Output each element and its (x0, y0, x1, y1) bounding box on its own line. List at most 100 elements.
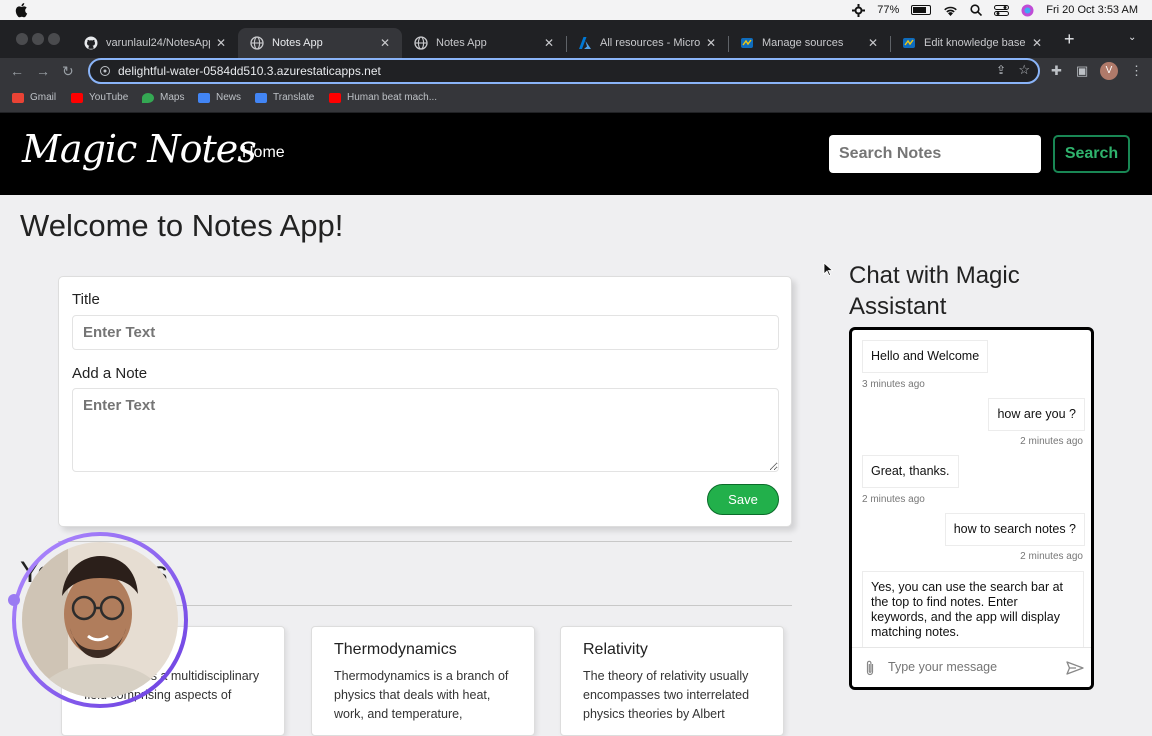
address-bar-url: delightful-water-0584dd510.3.azurestatic… (118, 64, 381, 78)
gear-status-icon[interactable] (852, 3, 866, 17)
bookmark-translate[interactable]: Translate (255, 92, 314, 103)
window-close-button[interactable] (16, 33, 28, 45)
bookmark-label: Maps (160, 92, 185, 103)
battery-percentage: 77% (877, 4, 900, 16)
macos-menubar: 77% Fri 20 Oct 3:53 AM (0, 0, 1152, 20)
siri-icon[interactable] (1021, 4, 1034, 17)
tab-label: All resources - Microsoft (600, 37, 700, 49)
bookmark-gmail[interactable]: Gmail (12, 92, 56, 103)
page-title: Welcome to Notes App! (20, 208, 344, 243)
chat-message-user: how are you ? (988, 398, 1085, 431)
browser-tab-manage-sources[interactable]: Manage sources ✕ (728, 28, 890, 58)
chat-window: Hello and Welcome 3 minutes ago how are … (849, 327, 1094, 690)
reload-icon[interactable]: ↻ (62, 63, 74, 79)
bookmark-label: Gmail (30, 92, 57, 103)
tab-close-icon[interactable]: ✕ (706, 36, 716, 50)
window-minimize-button[interactable] (32, 33, 44, 45)
bookmark-news[interactable]: News (198, 92, 241, 103)
forward-arrow-icon[interactable]: → (36, 63, 50, 79)
note-card-body: Thermodynamics is a branch of physics th… (334, 669, 509, 721)
control-center-icon[interactable] (994, 4, 1010, 16)
tab-close-icon[interactable]: ✕ (868, 36, 878, 50)
maps-pin-icon (142, 92, 154, 103)
extensions-puzzle-icon[interactable]: ✚ (1051, 63, 1062, 79)
chat-message-time: 2 minutes ago (862, 494, 925, 505)
profile-avatar[interactable]: V (1100, 62, 1118, 80)
bookmark-star-icon[interactable]: ☆ (1018, 62, 1030, 78)
window-zoom-button[interactable] (48, 33, 60, 45)
brand-logo[interactable]: Magic Notes (22, 127, 257, 171)
azure-ai-icon (741, 38, 753, 48)
search-notes-input[interactable] (829, 135, 1041, 173)
tab-label: varunlaul24/NotesAppB (106, 37, 210, 49)
translate-icon (255, 92, 267, 103)
tab-close-icon[interactable]: ✕ (544, 36, 554, 50)
side-panel-icon[interactable]: ▣ (1076, 63, 1088, 79)
browser-tab-notes-app[interactable]: Notes App ✕ (402, 28, 566, 58)
wifi-icon[interactable] (943, 5, 958, 16)
tab-label: Notes App (272, 37, 323, 49)
battery-icon[interactable] (911, 5, 932, 15)
back-arrow-icon[interactable]: ← (10, 63, 24, 79)
bookmarks-bar: Gmail YouTube Maps News Translate Human … (0, 84, 1152, 113)
new-tab-plus-icon[interactable]: + (1064, 29, 1075, 50)
chat-input-bar (852, 647, 1091, 687)
app-navbar: Magic Notes Home Search (0, 113, 1152, 195)
note-card-title: Thermodynamics (334, 641, 457, 658)
nav-link-home[interactable]: Home (242, 144, 285, 162)
bookmark-youtube[interactable]: YouTube (71, 92, 128, 103)
note-card-title: Relativity (583, 641, 648, 658)
menubar-clock[interactable]: Fri 20 Oct 3:53 AM (1046, 4, 1138, 16)
browser-menu-icon[interactable]: ⋮ (1130, 63, 1143, 79)
bookmark-label: News (216, 92, 242, 103)
chat-message-time: 3 minutes ago (862, 379, 925, 390)
bookmark-maps[interactable]: Maps (142, 92, 184, 103)
tab-close-icon[interactable]: ✕ (216, 36, 226, 50)
tab-close-icon[interactable]: ✕ (380, 36, 390, 50)
chat-message-time: 2 minutes ago (1020, 436, 1083, 447)
bookmark-label: Translate (273, 92, 315, 103)
site-info-icon[interactable] (100, 66, 110, 76)
spotlight-search-icon[interactable] (970, 4, 983, 16)
gmail-icon (12, 92, 24, 103)
tab-close-icon[interactable]: ✕ (1032, 36, 1042, 50)
note-body-textarea[interactable] (72, 388, 779, 472)
youtube-icon (329, 92, 341, 103)
chat-message-user: how to search notes ? (944, 513, 1085, 546)
tab-label: Notes App (436, 37, 487, 49)
browser-tab-strip: varunlaul24/NotesAppB ✕ Notes App ✕ Note… (0, 20, 1152, 58)
add-note-form: Title Add a Note Save (58, 276, 792, 527)
browser-tab-github[interactable]: varunlaul24/NotesAppB ✕ (72, 28, 238, 58)
note-card-body: The theory of relativity usually encompa… (583, 669, 750, 721)
mouse-cursor-icon (823, 262, 833, 276)
share-icon[interactable]: ⇪ (996, 63, 1006, 77)
chat-message-assistant: Hello and Welcome (862, 340, 989, 373)
bookmark-label: YouTube (89, 92, 129, 103)
browser-toolbar: ← → ↻ delightful-water-0584dd510.3.azure… (0, 58, 1152, 84)
save-note-button[interactable]: Save (707, 484, 779, 515)
browser-tab-edit-knowledge-base[interactable]: Edit knowledge base ✕ (890, 28, 1054, 58)
apple-logo-icon[interactable] (14, 2, 28, 18)
azure-icon (579, 37, 591, 49)
azure-ai-icon (903, 38, 915, 48)
chat-message-assistant: Yes, you can use the search bar at the t… (862, 571, 1084, 649)
search-button[interactable]: Search (1053, 135, 1130, 173)
tab-label: Manage sources (762, 37, 844, 49)
address-bar[interactable]: delightful-water-0584dd510.3.azurestatic… (88, 58, 1040, 84)
chat-message-input[interactable] (888, 656, 1058, 678)
github-icon (84, 36, 98, 50)
bookmark-label: Human beat mach... (347, 92, 438, 103)
send-icon[interactable] (1066, 661, 1084, 675)
browser-tab-notes-app-active[interactable]: Notes App ✕ (238, 28, 402, 58)
chat-message-assistant: Great, thanks. (862, 455, 959, 488)
chat-message-time: 2 minutes ago (1020, 551, 1083, 562)
note-title-input[interactable] (72, 315, 779, 350)
globe-icon (414, 36, 428, 50)
browser-tab-azure-resources[interactable]: All resources - Microsoft ✕ (566, 28, 728, 58)
bookmark-human-beat-machine[interactable]: Human beat mach... (329, 92, 437, 103)
paperclip-attach-icon[interactable] (864, 659, 876, 677)
tab-search-chevron-down-icon[interactable]: ⌄ (1128, 32, 1136, 43)
webcam-presenter-overlay (8, 532, 188, 708)
tab-label: Edit knowledge base (924, 37, 1026, 49)
add-note-label: Add a Note (72, 365, 148, 382)
